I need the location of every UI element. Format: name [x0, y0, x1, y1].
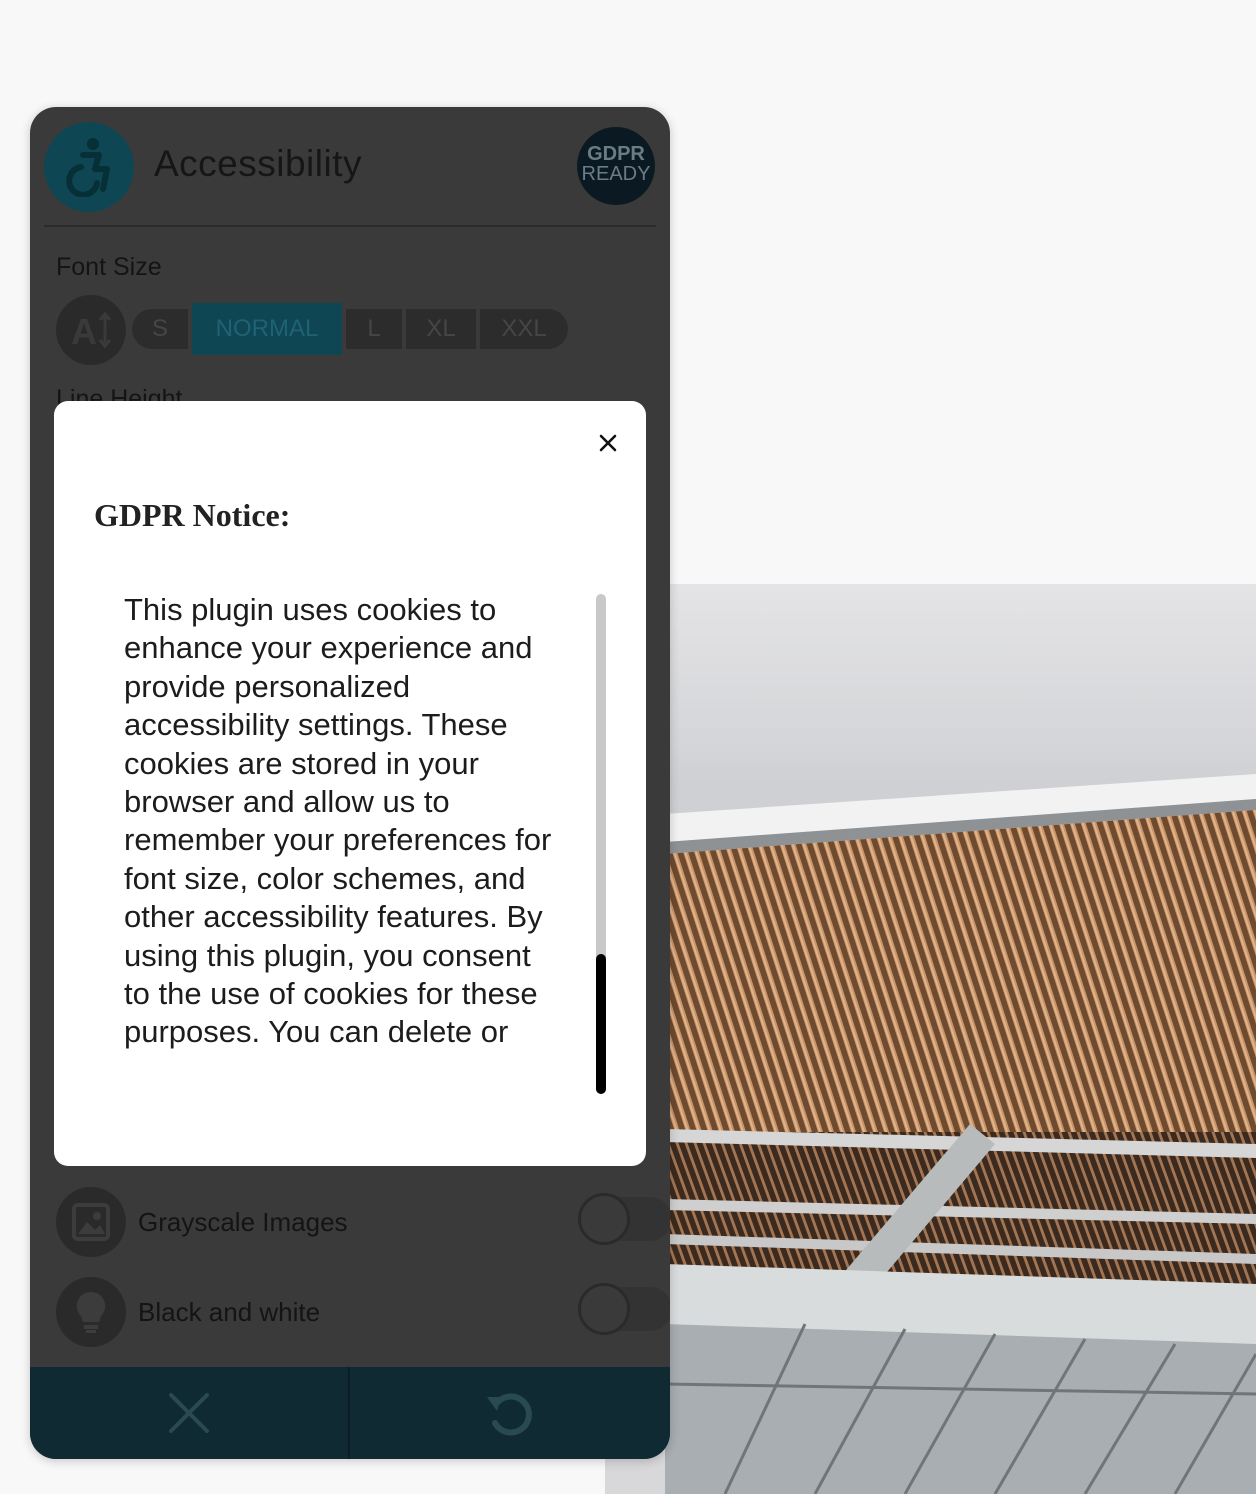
grayscale-images-toggle[interactable]: [578, 1193, 670, 1245]
panel-title: Accessibility: [154, 143, 362, 184]
gdpr-badge-line1: GDPR: [587, 143, 645, 165]
grayscale-images-label: Grayscale Images: [138, 1207, 348, 1237]
toggle-knob: [578, 1193, 630, 1245]
font-size-selector: S NORMAL L XL XXL: [132, 303, 572, 355]
font-size-icon: A: [56, 295, 126, 365]
font-size-normal[interactable]: NORMAL: [192, 303, 342, 355]
panel-footer: [30, 1367, 670, 1459]
wheelchair-icon: [66, 138, 110, 197]
image-icon: [56, 1187, 126, 1257]
toggle-knob: [578, 1283, 630, 1335]
black-and-white-option[interactable]: Black and white: [56, 1277, 670, 1349]
close-icon: [599, 434, 617, 452]
reset-button[interactable]: [350, 1367, 670, 1459]
modal-title: GDPR Notice:: [94, 497, 291, 533]
black-and-white-label: Black and white: [138, 1297, 321, 1327]
font-size-s[interactable]: S: [132, 309, 188, 349]
font-size-l[interactable]: L: [346, 309, 402, 349]
header-divider: [44, 225, 656, 227]
reset-icon: [487, 1393, 532, 1436]
font-size-xl[interactable]: XL: [406, 309, 476, 349]
building-illustration: [664, 774, 1256, 1494]
font-size-label: Font Size: [56, 253, 162, 281]
black-and-white-toggle[interactable]: [578, 1283, 670, 1335]
gdpr-notice-modal: GDPR Notice: This plugin uses cookies to…: [54, 401, 646, 1166]
accessibility-logo: [44, 122, 134, 212]
svg-text:A: A: [71, 311, 97, 352]
gdpr-ready-badge[interactable]: GDPR READY: [577, 127, 655, 205]
modal-scrollbar[interactable]: [596, 594, 606, 1094]
panel-header: Accessibility GDPR READY: [30, 107, 670, 227]
lightbulb-icon: [56, 1277, 126, 1347]
scrollbar-thumb[interactable]: [596, 954, 606, 1094]
background-photo: [605, 584, 1256, 1494]
gdpr-badge-line2: READY: [581, 163, 651, 185]
modal-body-text: This plugin uses cookies to enhance your…: [124, 592, 552, 1050]
text-size-icon: A: [71, 311, 112, 352]
modal-close-button[interactable]: [590, 425, 626, 461]
grayscale-images-option[interactable]: Grayscale Images: [56, 1187, 670, 1259]
font-size-xxl[interactable]: XXL: [480, 309, 568, 349]
close-panel-button[interactable]: [30, 1367, 348, 1459]
close-icon: [169, 1393, 209, 1433]
